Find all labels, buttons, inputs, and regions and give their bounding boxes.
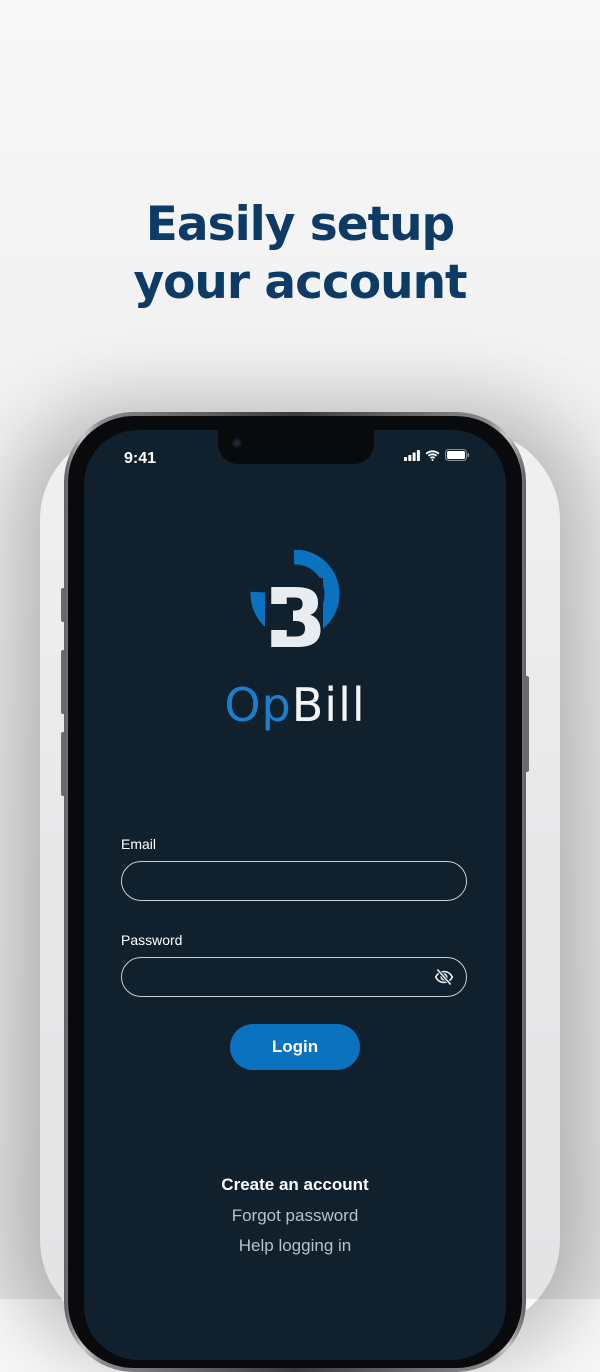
front-camera (232, 438, 242, 448)
wordmark-op: Op (224, 678, 292, 732)
phone-volume-up-button (61, 650, 65, 714)
password-field[interactable] (121, 957, 467, 997)
forgot-password-link[interactable]: Forgot password (84, 1206, 506, 1226)
help-logging-in-link[interactable]: Help logging in (84, 1236, 506, 1256)
headline-line-2: your account (133, 255, 467, 310)
opbill-wordmark: OpBill (84, 678, 506, 732)
phone-silent-switch (61, 588, 65, 622)
eye-off-icon[interactable] (434, 967, 454, 987)
notch (218, 430, 374, 464)
battery-icon (445, 449, 470, 461)
cellular-signal-icon (404, 449, 420, 461)
wifi-icon (425, 449, 440, 461)
email-label: Email (121, 836, 157, 852)
wordmark-bill: Bill (291, 678, 366, 732)
phone-volume-down-button (61, 732, 65, 796)
headline-line-1: Easily setup (145, 197, 455, 252)
status-icons (404, 449, 470, 461)
create-account-link[interactable]: Create an account (84, 1175, 506, 1195)
promo-headline: Easily setup your account (0, 196, 600, 312)
opbill-logo-icon: B (250, 550, 340, 650)
phone-power-button (525, 676, 529, 772)
login-button[interactable]: Login (230, 1024, 360, 1070)
status-time: 9:41 (124, 450, 157, 467)
phone-screen: 9:41 B OpBill Email Password Login Creat… (84, 430, 506, 1360)
email-field[interactable] (121, 861, 467, 901)
password-label: Password (121, 932, 183, 948)
